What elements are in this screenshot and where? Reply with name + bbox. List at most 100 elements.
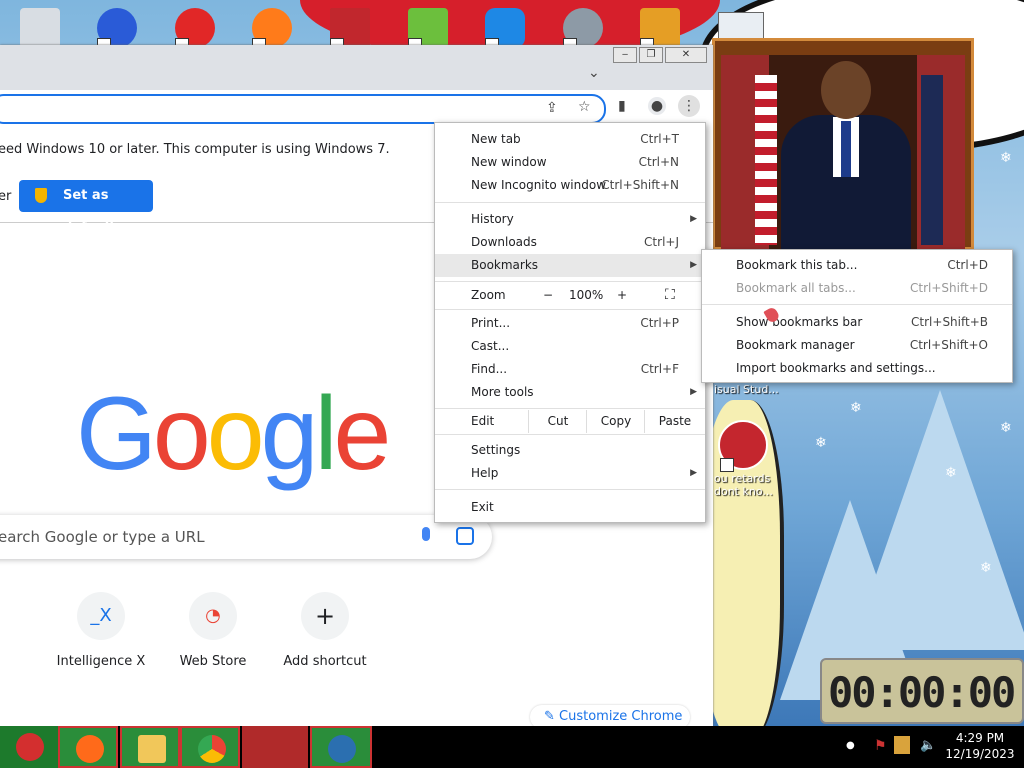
shark-icon[interactable] [563, 8, 603, 52]
side-panel-icon[interactable]: ▮ [618, 98, 626, 114]
menu-label: New Incognito window [471, 178, 607, 192]
submenu-item-show-bookmarks-bar[interactable]: Show bookmarks bar Ctrl+Shift+B [702, 311, 1012, 334]
globe-icon [328, 735, 356, 763]
menu-item-history[interactable]: History ▶ [435, 208, 705, 231]
snowflake-icon: ❄ [1000, 420, 1012, 436]
menu-label: Exit [471, 500, 494, 514]
menu-shortcut: Ctrl+P [640, 316, 679, 330]
shortcut-intelligence-x[interactable]: _X Intelligence X [51, 592, 151, 669]
copy-button[interactable]: Copy [586, 410, 645, 433]
menu-divider [435, 408, 705, 409]
snowflake-icon: ❄ [815, 435, 827, 451]
infobar-message: eed Windows 10 or later. This computer i… [0, 142, 390, 157]
game-icon[interactable] [640, 8, 680, 52]
menu-label: Bookmark manager [736, 338, 855, 352]
snowflake-icon: ❄ [850, 400, 862, 416]
notepad-icon[interactable] [408, 8, 448, 52]
red-ball-icon[interactable] [175, 8, 215, 52]
desktop-icon-label[interactable]: ou retards dont kno... [714, 472, 778, 498]
logo-letter: g [260, 376, 319, 492]
menu-item-print[interactable]: Print... Ctrl+P [435, 312, 705, 335]
set-as-default-button[interactable]: Set as default [19, 180, 153, 235]
start-button[interactable] [0, 726, 60, 768]
flag-icon[interactable]: ⚑ [874, 738, 887, 754]
menu-item-settings[interactable]: Settings [435, 439, 705, 462]
shortcut-web-store[interactable]: ◔ Web Store [163, 592, 263, 669]
taskbar-file-explorer[interactable] [120, 726, 180, 768]
zoom-level: 100% [569, 288, 604, 302]
menu-label: Find... [471, 362, 508, 376]
zoom-out-button[interactable]: − [543, 284, 553, 307]
menu-item-find[interactable]: Find... Ctrl+F [435, 358, 705, 381]
menu-label: History [471, 212, 514, 226]
bookmarks-submenu: Bookmark this tab... Ctrl+D Bookmark all … [701, 249, 1013, 383]
menu-item-exit[interactable]: Exit [435, 496, 705, 519]
tab-search-chevron-icon[interactable]: ⌄ [588, 65, 600, 81]
snowflake-icon: ❄ [1000, 150, 1012, 166]
submenu-item-bookmark-manager[interactable]: Bookmark manager Ctrl+Shift+O [702, 334, 1012, 357]
menu-item-new-window[interactable]: New window Ctrl+N [435, 151, 705, 174]
menu-item-downloads[interactable]: Downloads Ctrl+J [435, 231, 705, 254]
menu-divider [435, 202, 705, 203]
address-bar[interactable]: ⇪ ☆ [0, 94, 606, 124]
clock[interactable]: 4:29 PM 12/19/2023 [942, 730, 1018, 762]
search-placeholder: earch Google or type a URL [0, 528, 205, 546]
submenu-item-bookmark-tab[interactable]: Bookmark this tab... Ctrl+D [702, 254, 1012, 277]
set-as-default-label: Set as default [63, 188, 116, 235]
intelligence-x-icon: _X [77, 592, 125, 640]
zoom-in-button[interactable]: + [617, 284, 627, 307]
share-icon[interactable]: ⇪ [546, 100, 558, 116]
stopwatch-gadget[interactable]: 00:00:00 [820, 658, 1024, 724]
menu-label: Bookmark this tab... [736, 258, 858, 272]
desktop-icon-label[interactable]: isual Stud... [714, 383, 779, 396]
submenu-item-import-bookmarks[interactable]: Import bookmarks and settings... [702, 357, 1012, 380]
fullscreen-icon[interactable]: ⛶ [665, 284, 675, 307]
menu-label: New window [471, 155, 547, 169]
taskbar-globe[interactable] [310, 726, 372, 768]
shortcut-label: Intelligence X [56, 654, 146, 669]
search-box[interactable]: earch Google or type a URL [0, 515, 492, 559]
web-store-icon: ◔ [189, 592, 237, 640]
submenu-arrow-icon: ▶ [690, 387, 697, 397]
show-hidden-icon[interactable]: ● [846, 740, 855, 751]
taskbar-chrome[interactable] [180, 726, 240, 768]
infobar-fragment[interactable]: er [0, 189, 11, 204]
network-icon[interactable] [894, 736, 910, 754]
microphone-icon[interactable] [422, 527, 430, 541]
google-lens-icon[interactable] [456, 527, 474, 545]
taskbar-app[interactable] [242, 726, 308, 768]
menu-item-help[interactable]: Help ▶ [435, 462, 705, 485]
profile-icon[interactable]: ● [648, 97, 666, 115]
number-two-icon[interactable] [97, 8, 137, 52]
volume-icon[interactable]: 🔈 [920, 738, 936, 753]
menu-item-more-tools[interactable]: More tools ▶ [435, 381, 705, 404]
snowflake-icon: ❄ [980, 560, 992, 576]
firefox-icon[interactable] [252, 8, 292, 52]
remote-app-icon[interactable] [485, 8, 525, 52]
taskbar: ● ⚑ 🔈 4:29 PM 12/19/2023 [0, 726, 1024, 768]
menu-kebab-icon[interactable]: ⋮ [678, 95, 700, 117]
minimize-button[interactable]: ‒ [613, 47, 637, 63]
menu-label: Import bookmarks and settings... [736, 361, 936, 375]
close-button[interactable]: ✕ [665, 47, 707, 63]
menu-item-new-incognito[interactable]: New Incognito window Ctrl+Shift+N [435, 174, 705, 197]
chrome-icon [198, 735, 226, 763]
bookmark-star-icon[interactable]: ☆ [578, 99, 591, 115]
menu-item-cast[interactable]: Cast... [435, 335, 705, 358]
menu-item-bookmarks[interactable]: Bookmarks ▶ [435, 254, 705, 277]
restore-button[interactable]: ❐ [639, 47, 663, 63]
menu-label: Help [471, 466, 499, 480]
clock-date: 12/19/2023 [945, 747, 1015, 761]
paste-button[interactable]: Paste [644, 410, 705, 433]
recycle-bin-icon[interactable] [20, 8, 60, 48]
shortcut-add[interactable]: + Add shortcut [275, 592, 375, 669]
menu-shortcut: Ctrl+Shift+O [909, 338, 988, 352]
shortcut-label: Add shortcut [283, 654, 367, 669]
logo-letter: e [333, 376, 392, 492]
logo-icon[interactable] [718, 420, 768, 472]
taskbar-firefox[interactable] [58, 726, 118, 768]
menu-item-new-tab[interactable]: New tab Ctrl+T [435, 128, 705, 151]
folder-icon [138, 735, 166, 763]
cut-button[interactable]: Cut [528, 410, 587, 433]
gate-icon[interactable] [330, 8, 370, 52]
